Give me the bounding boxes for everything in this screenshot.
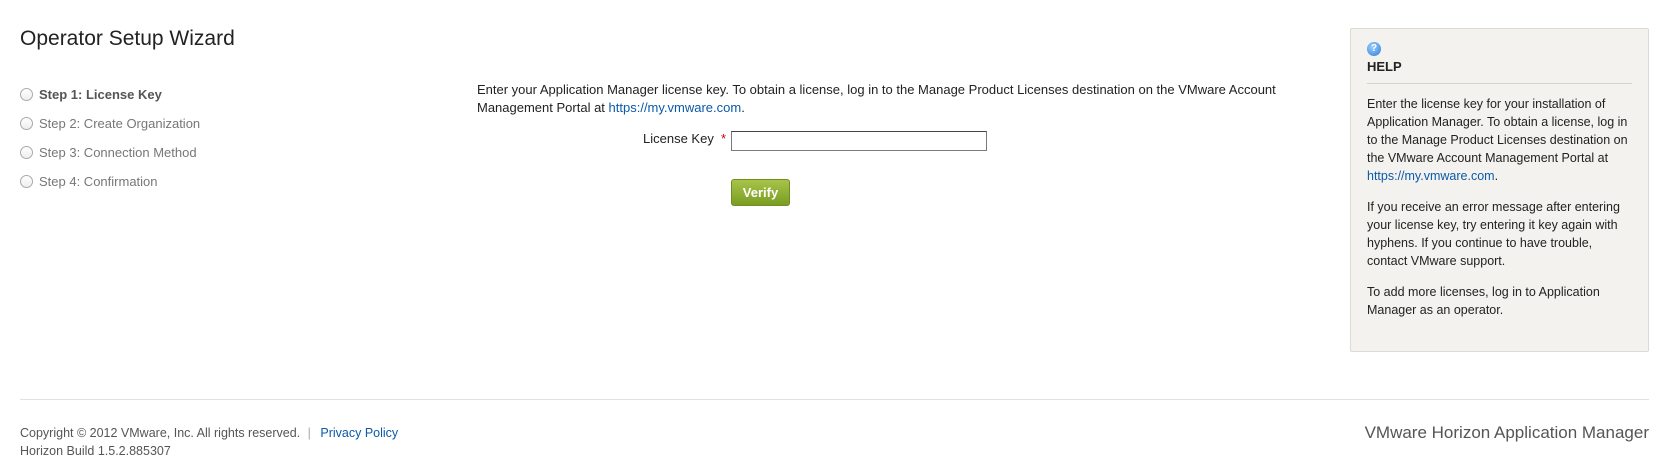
step-radio-icon[interactable]	[20, 146, 33, 159]
license-key-input[interactable]	[731, 131, 987, 151]
instructions-text: Enter your Application Manager license k…	[477, 82, 1276, 115]
help-paragraph-1: Enter the license key for your installat…	[1367, 95, 1632, 185]
step-connection-method[interactable]: Step 3: Connection Method	[20, 138, 200, 167]
help-title: HELP	[1367, 59, 1402, 74]
brand-logo-text: VMware Horizon Application Manager	[1364, 423, 1649, 442]
step-label: Step 3: Connection Method	[39, 145, 197, 160]
help-paragraph-2: If you receive an error message after en…	[1367, 200, 1620, 268]
help-p1-text: Enter the license key for your installat…	[1367, 97, 1628, 165]
footer-copyright-row: Copyright © 2012 VMware, Inc. All rights…	[20, 426, 398, 440]
step-license-key[interactable]: Step 1: License Key	[20, 80, 200, 109]
help-divider	[1367, 83, 1632, 84]
vmware-portal-link[interactable]: https://my.vmware.com	[609, 100, 742, 115]
help-p1-period: .	[1494, 169, 1499, 183]
help-vmware-portal-link[interactable]: https://my.vmware.com	[1367, 169, 1495, 183]
step-create-organization[interactable]: Step 2: Create Organization	[20, 109, 200, 138]
help-paragraph-3: To add more licenses, log in to Applicat…	[1367, 285, 1600, 317]
footer-divider	[20, 399, 1649, 400]
step-confirmation[interactable]: Step 4: Confirmation	[20, 167, 200, 196]
step-radio-icon[interactable]	[20, 88, 33, 101]
license-instructions: Enter your Application Manager license k…	[477, 81, 1307, 117]
step-radio-icon[interactable]	[20, 117, 33, 130]
step-label: Step 4: Confirmation	[39, 174, 158, 189]
wizard-steps: Step 1: License Key Step 2: Create Organ…	[20, 80, 200, 196]
step-label: Step 1: License Key	[39, 87, 162, 102]
step-radio-icon[interactable]	[20, 175, 33, 188]
footer-separator: |	[307, 426, 311, 440]
required-asterisk: *	[721, 131, 727, 146]
step-label: Step 2: Create Organization	[39, 116, 201, 131]
license-key-label: License Key	[643, 131, 714, 146]
privacy-policy-link[interactable]: Privacy Policy	[320, 426, 398, 440]
page-title: Operator Setup Wizard	[20, 27, 235, 50]
verify-button[interactable]: Verify	[731, 179, 790, 206]
help-question-icon: ?	[1367, 42, 1381, 56]
build-number: Horizon Build 1.5.2.885307	[20, 444, 171, 458]
help-panel: ? HELP Enter the license key for your in…	[1350, 28, 1649, 352]
copyright-text: Copyright © 2012 VMware, Inc. All rights…	[20, 426, 301, 440]
instructions-period: .	[741, 100, 745, 115]
